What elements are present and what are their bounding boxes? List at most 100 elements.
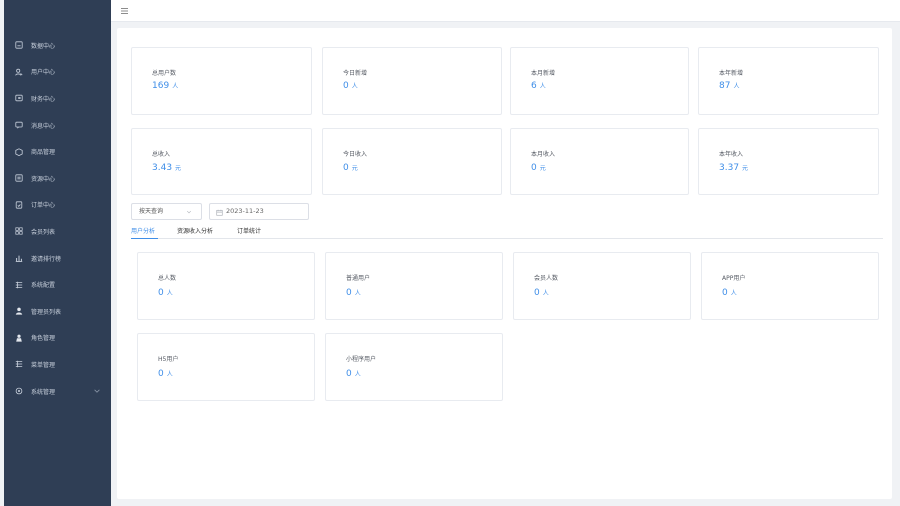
stat-label: 总人数	[158, 275, 177, 282]
stat-value: 0人	[346, 288, 361, 298]
stat-label: 会员人数	[534, 275, 559, 282]
stat-value: 3.37 元	[719, 163, 749, 173]
sidebar-item-system-management[interactable]: 系统管理	[4, 378, 111, 405]
select-value: 按天查询	[139, 208, 164, 215]
sidebar-nav: 数据中心 用户中心 财务中心 消息中心 商品管理 资源中心 订单中心 会员列表 …	[4, 22, 111, 404]
stat-label: 今日收入	[343, 151, 368, 158]
stat-card-miniprogram-users: 小程序用户 0人	[325, 333, 503, 401]
sidebar-item-member-list[interactable]: 会员列表	[4, 218, 111, 245]
folder-icon	[13, 172, 25, 184]
tab-active-indicator	[131, 237, 158, 239]
stat-label: 本年新增	[719, 70, 744, 77]
sidebar-logo-area	[4, 0, 111, 22]
bar-chart-icon	[13, 252, 25, 264]
user-icon	[13, 66, 25, 78]
stat-value: 3.43 元	[152, 163, 182, 173]
chevron-down-icon[interactable]	[93, 387, 101, 395]
stat-card-normal-users: 普通用户 0人	[325, 252, 503, 320]
stat-value: 0人	[158, 288, 173, 298]
stat-value: 0元	[531, 163, 546, 173]
main-content: 总用户数 169 人 今日新增 0人 本月新增 6人 本年新增 87 人 总收入 3…	[117, 28, 892, 499]
stat-card-member-count: 会员人数 0人	[513, 252, 691, 320]
top-header	[111, 0, 900, 22]
sidebar-item-label: 消息中心	[31, 122, 56, 130]
menu-list-icon	[13, 358, 25, 370]
stat-value: 0人	[722, 288, 737, 298]
sidebar-item-menu-management[interactable]: 菜单管理	[4, 351, 111, 378]
stat-label: 本月新增	[531, 70, 556, 77]
sidebar-item-label: 财务中心	[31, 95, 56, 103]
sidebar: 数据中心 用户中心 财务中心 消息中心 商品管理 资源中心 订单中心 会员列表 …	[4, 0, 111, 506]
sidebar-item-order-center[interactable]: 订单中心	[4, 192, 111, 219]
sidebar-item-label: 邀请排行榜	[31, 255, 62, 263]
sidebar-item-label: 系统配置	[31, 282, 56, 290]
sidebar-item-label: 系统管理	[31, 388, 56, 396]
stat-label: H5用户	[158, 356, 179, 363]
sidebar-item-resource-center[interactable]: 资源中心	[4, 165, 111, 192]
stat-card-month-income: 本月收入 0元	[510, 128, 689, 195]
sidebar-item-label: 会员列表	[31, 228, 56, 236]
query-mode-select[interactable]: 按天查询	[131, 203, 202, 220]
wallet-icon	[13, 92, 25, 104]
box-icon	[13, 146, 25, 158]
message-icon	[13, 119, 25, 131]
calendar-icon	[216, 209, 223, 216]
list-icon	[13, 279, 25, 291]
sidebar-item-label: 数据中心	[31, 42, 56, 50]
sidebar-item-message-center[interactable]: 消息中心	[4, 112, 111, 139]
sidebar-item-product-management[interactable]: 商品管理	[4, 138, 111, 165]
stat-label: 总收入	[152, 151, 171, 158]
stat-value: 6人	[531, 81, 546, 91]
stat-value: 0人	[346, 369, 361, 379]
role-icon	[13, 332, 25, 344]
stat-card-today-income: 今日收入 0元	[322, 128, 502, 195]
hamburger-menu-icon[interactable]	[120, 6, 130, 16]
sidebar-item-label: 资源中心	[31, 175, 56, 183]
sidebar-item-label: 管理员列表	[31, 308, 62, 316]
stat-card-total-income: 总收入 3.43 元	[131, 128, 312, 195]
stat-value: 0元	[343, 163, 358, 173]
date-value: 2023-11-23	[226, 207, 264, 215]
admin-icon	[13, 305, 25, 317]
tab-resource-income-analysis[interactable]: 资源收入分析	[177, 226, 213, 235]
stat-label: APP用户	[722, 275, 746, 282]
order-icon	[13, 199, 25, 211]
stat-card-today-new: 今日新增 0人	[322, 47, 502, 115]
stat-label: 普通用户	[346, 275, 371, 282]
stat-label: 小程序用户	[346, 356, 377, 363]
sidebar-item-role-management[interactable]: 角色管理	[4, 325, 111, 352]
analysis-tabs: 用户分析 资源收入分析 订单统计	[131, 224, 883, 239]
sidebar-item-label: 用户中心	[31, 69, 56, 77]
settings-icon	[13, 385, 25, 397]
sidebar-item-data-center[interactable]: 数据中心	[4, 32, 111, 59]
sidebar-item-label: 商品管理	[31, 149, 56, 157]
app-root: 数据中心 用户中心 财务中心 消息中心 商品管理 资源中心 订单中心 会员列表 …	[0, 0, 900, 506]
chevron-down-icon	[186, 210, 192, 214]
sidebar-item-user-center[interactable]: 用户中心	[4, 59, 111, 86]
stat-label: 本年收入	[719, 151, 744, 158]
stat-value: 87 人	[719, 81, 740, 91]
sidebar-item-system-config[interactable]: 系统配置	[4, 271, 111, 298]
sidebar-item-label: 订单中心	[31, 202, 56, 210]
stat-card-total-users: 总用户数 169 人	[131, 47, 312, 115]
stat-label: 总用户数	[152, 70, 177, 77]
tab-user-analysis[interactable]: 用户分析	[131, 226, 155, 235]
stat-card-month-new: 本月新增 6人	[510, 47, 689, 115]
sidebar-item-label: 角色管理	[31, 335, 56, 343]
sidebar-item-invite-ranking[interactable]: 邀请排行榜	[4, 245, 111, 272]
stat-label: 本月收入	[531, 151, 556, 158]
stat-value: 0人	[343, 81, 358, 91]
sidebar-item-label: 菜单管理	[31, 361, 56, 369]
sidebar-item-finance-center[interactable]: 财务中心	[4, 85, 111, 112]
stat-label: 今日新增	[343, 70, 368, 77]
date-picker[interactable]: 2023-11-23	[209, 203, 309, 220]
stat-card-year-new: 本年新增 87 人	[698, 47, 879, 115]
stat-card-h5-users: H5用户 0人	[137, 333, 315, 401]
tab-order-statistics[interactable]: 订单统计	[237, 226, 261, 235]
stat-value: 169 人	[152, 81, 179, 91]
stat-card-year-income: 本年收入 3.37 元	[698, 128, 879, 195]
stat-card-total-people: 总人数 0人	[137, 252, 315, 320]
sidebar-item-admin-list[interactable]: 管理员列表	[4, 298, 111, 325]
stat-value: 0人	[534, 288, 549, 298]
dashboard-icon	[13, 39, 25, 51]
